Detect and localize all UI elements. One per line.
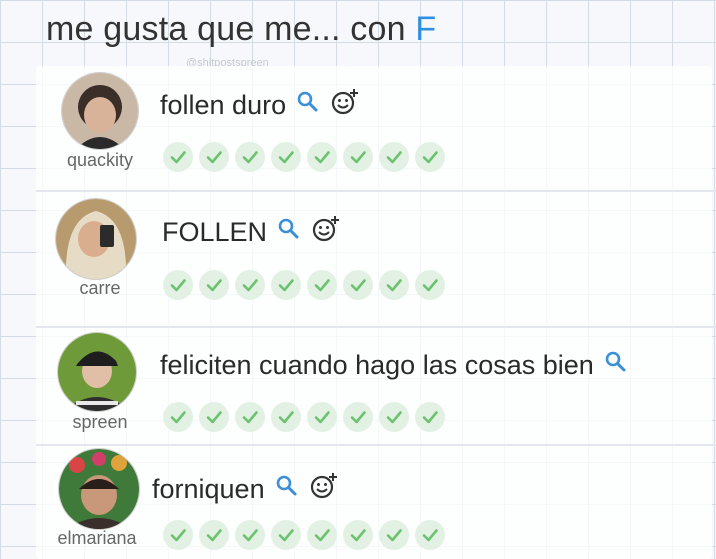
suggestion-text[interactable]: follen duro <box>160 88 360 123</box>
check-icon <box>199 402 229 432</box>
suggestion-label: feliciten cuando hago las cosas bien <box>160 350 594 380</box>
search-icon[interactable] <box>604 350 628 381</box>
check-icon <box>307 270 337 300</box>
check-icon <box>343 520 373 550</box>
check-icon <box>343 270 373 300</box>
check-row <box>163 520 445 550</box>
check-icon <box>163 520 193 550</box>
check-icon <box>235 270 265 300</box>
check-row <box>163 402 445 432</box>
check-icon <box>379 520 409 550</box>
check-icon <box>271 520 301 550</box>
username: spreen <box>72 412 128 432</box>
check-icon <box>307 142 337 172</box>
check-icon <box>235 520 265 550</box>
check-icon <box>379 270 409 300</box>
avatar[interactable] <box>57 332 137 412</box>
check-icon <box>199 520 229 550</box>
suggestion-text[interactable]: forniquen <box>152 472 339 507</box>
emoji-add-icon[interactable] <box>311 215 341 250</box>
search-icon[interactable] <box>296 90 320 121</box>
check-icon <box>343 402 373 432</box>
avatar[interactable] <box>58 448 140 530</box>
check-icon <box>163 270 193 300</box>
search-icon[interactable] <box>277 217 301 248</box>
username: elmariana <box>57 528 137 548</box>
check-icon <box>235 402 265 432</box>
check-icon <box>415 402 445 432</box>
check-icon <box>199 142 229 172</box>
suggestion-label: forniquen <box>152 474 265 504</box>
check-icon <box>307 520 337 550</box>
suggestion-label: follen duro <box>160 90 287 120</box>
suggestion-text[interactable]: feliciten cuando hago las cosas bien <box>160 350 628 381</box>
username: carre <box>79 278 121 298</box>
check-icon <box>415 270 445 300</box>
check-icon <box>379 402 409 432</box>
check-row <box>163 142 445 172</box>
row-divider <box>36 444 716 446</box>
check-icon <box>235 142 265 172</box>
check-icon <box>271 270 301 300</box>
avatar[interactable] <box>61 72 139 150</box>
header-text: me gusta que me... con <box>46 10 416 48</box>
emoji-add-icon[interactable] <box>309 472 339 507</box>
check-icon <box>307 402 337 432</box>
suggestion-text[interactable]: FOLLEN <box>162 215 341 250</box>
avatar[interactable] <box>55 198 137 280</box>
header-accent-letter: F <box>415 10 437 48</box>
check-icon <box>415 142 445 172</box>
check-row <box>163 270 445 300</box>
check-icon <box>163 402 193 432</box>
suggestion-label: FOLLEN <box>162 217 268 247</box>
page-title: me gusta que me... con F <box>46 10 436 49</box>
check-icon <box>199 270 229 300</box>
check-icon <box>271 142 301 172</box>
row-divider <box>36 190 716 192</box>
check-icon <box>415 520 445 550</box>
emoji-add-icon[interactable] <box>330 88 360 123</box>
row-divider <box>36 326 716 328</box>
check-icon <box>379 142 409 172</box>
username: quackity <box>66 150 134 170</box>
check-icon <box>343 142 373 172</box>
check-icon <box>163 142 193 172</box>
search-icon[interactable] <box>275 474 299 505</box>
check-icon <box>271 402 301 432</box>
